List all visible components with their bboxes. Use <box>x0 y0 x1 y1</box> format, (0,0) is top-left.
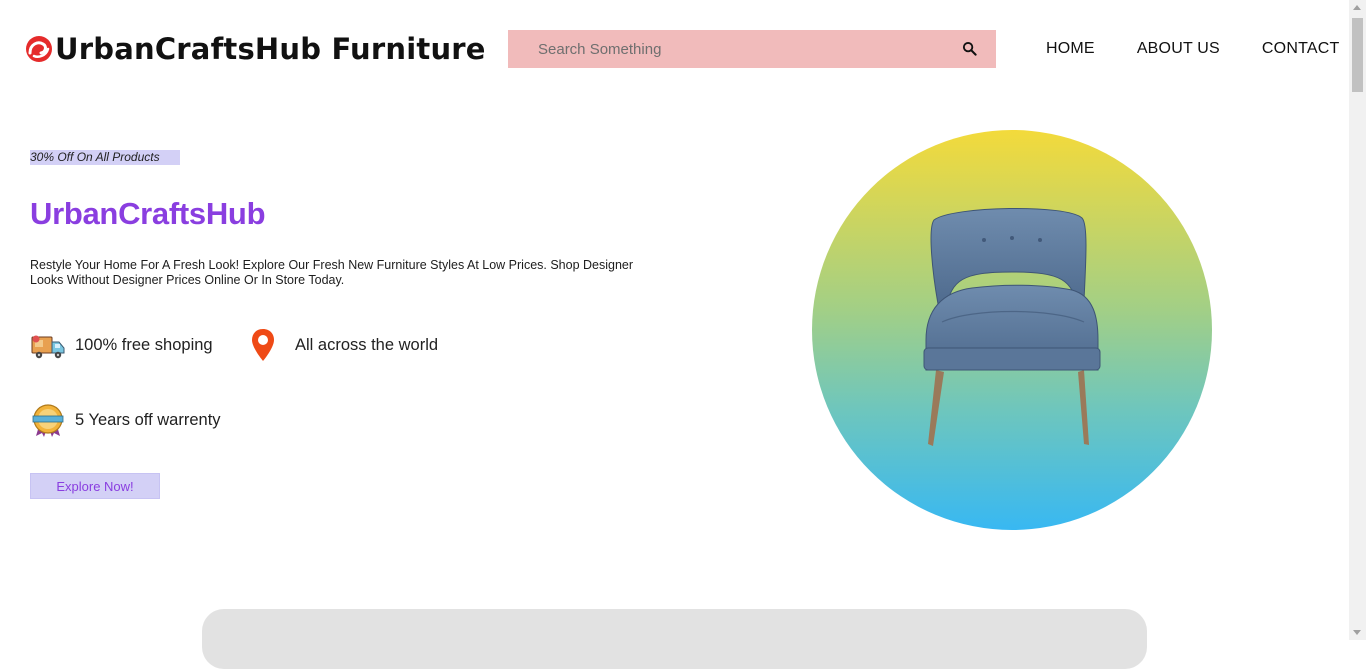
feature-worldwide: All across the world <box>250 327 438 363</box>
hero-title: UrbanCraftsHub <box>30 196 266 231</box>
search-bar <box>508 30 996 68</box>
location-pin-icon <box>252 329 274 361</box>
brand-name: UrbanCraftsHub Furniture <box>55 32 486 66</box>
explore-now-button[interactable]: Explore Now! <box>30 473 160 499</box>
scroll-thumb[interactable] <box>1352 18 1363 92</box>
content-card <box>202 609 1147 669</box>
scroll-up-arrow-icon[interactable] <box>1353 5 1361 10</box>
nav-contact-link[interactable]: CONTACT <box>1262 39 1340 59</box>
page-scrollbar[interactable] <box>1349 0 1366 640</box>
delivery-truck-icon <box>31 335 65 359</box>
feature-text: 5 Years off warrenty <box>75 411 221 429</box>
search-input[interactable] <box>538 30 958 68</box>
hero-description: Restyle Your Home For A Fresh Look! Expl… <box>30 258 634 287</box>
feature-free-shipping: 100% free shoping <box>30 327 213 363</box>
feature-text: All across the world <box>295 336 439 354</box>
nav-home-link[interactable]: HOME <box>1046 39 1095 59</box>
warranty-badge-icon <box>32 404 64 437</box>
scroll-down-arrow-icon[interactable] <box>1353 630 1361 635</box>
promo-tag: 30% Off On All Products <box>30 150 180 165</box>
feature-text: 100% free shoping <box>75 336 213 354</box>
nav-about-link[interactable]: ABOUT US <box>1137 39 1220 59</box>
site-header: UrbanCraftsHub Furniture HOME ABOUT US C… <box>0 0 1350 98</box>
armchair-image <box>923 207 1101 446</box>
main-nav: HOME ABOUT US CONTACT <box>1046 39 1339 59</box>
feature-warranty: 5 Years off warrenty <box>30 402 221 438</box>
brand-swirl-logo-icon <box>26 36 52 62</box>
search-icon[interactable] <box>962 41 977 56</box>
brand[interactable]: UrbanCraftsHub Furniture <box>24 30 486 68</box>
